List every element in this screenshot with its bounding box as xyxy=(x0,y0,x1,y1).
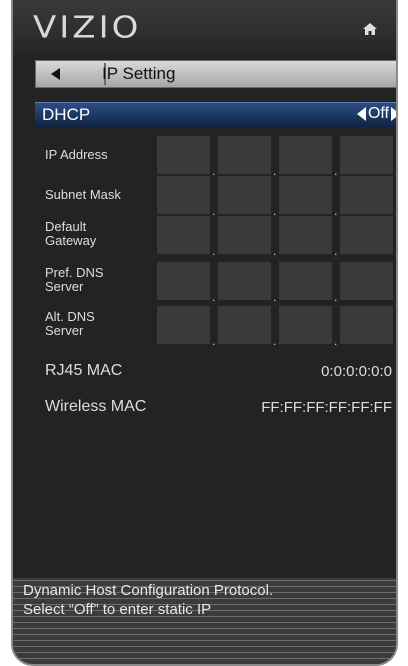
alt-dns-octet-4-field[interactable] xyxy=(340,306,393,344)
alt-dns-label: Alt. DNS Server xyxy=(45,310,95,338)
pref-dns-octet-2-field[interactable] xyxy=(218,262,271,300)
default-gateway-label-line1: Default xyxy=(45,219,87,234)
back-button[interactable] xyxy=(36,61,76,87)
pref-dns-octet-3-field[interactable] xyxy=(279,262,332,300)
wireless-mac-value: FF:FF:FF:FF:FF:FF xyxy=(261,399,392,416)
pref-dns-row: Pref. DNS Server . . . xyxy=(35,262,396,304)
left-arrow-icon[interactable] xyxy=(356,107,366,121)
gateway-octet-4-field[interactable] xyxy=(340,216,393,254)
dhcp-selector[interactable]: Off xyxy=(356,105,396,123)
alt-dns-octet-3-field[interactable] xyxy=(279,306,332,344)
back-arrow-icon xyxy=(51,68,60,80)
vizio-logo: VIZIO xyxy=(33,10,142,46)
ip-octet-1-field[interactable] xyxy=(157,136,210,174)
help-text-line2: Select “Off” to enter static IP xyxy=(23,601,212,618)
help-panel: Dynamic Host Configuration Protocol. Sel… xyxy=(13,578,396,664)
default-gateway-label-line2: Gateway xyxy=(45,233,97,248)
page-title: IP Setting xyxy=(102,64,176,83)
subnet-octet-2-field[interactable] xyxy=(218,176,271,214)
octet-separator: . xyxy=(273,334,277,348)
pref-dns-label: Pref. DNS Server xyxy=(45,266,104,294)
pref-dns-label-line2: Server xyxy=(45,279,84,294)
dhcp-setting-row[interactable]: DHCP Off xyxy=(35,102,396,127)
wireless-mac-row: Wireless MAC FF:FF:FF:FF:FF:FF xyxy=(35,396,396,420)
subnet-octet-3-field[interactable] xyxy=(279,176,332,214)
gateway-octet-1-field[interactable] xyxy=(157,216,210,254)
subnet-octet-4-field[interactable] xyxy=(340,176,393,214)
ip-address-label: IP Address xyxy=(45,147,108,162)
octet-separator: . xyxy=(273,244,277,258)
rj45-mac-label: RJ45 MAC xyxy=(45,362,123,379)
alt-dns-octet-2-field[interactable] xyxy=(218,306,271,344)
ip-octet-2-field[interactable] xyxy=(218,136,271,174)
pref-dns-label-line1: Pref. DNS xyxy=(45,265,104,280)
octet-separator: . xyxy=(334,244,338,258)
default-gateway-label: Default Gateway xyxy=(45,220,96,248)
octet-separator: . xyxy=(273,290,277,304)
subnet-mask-label: Subnet Mask xyxy=(45,187,121,202)
help-text: Dynamic Host Configuration Protocol. Sel… xyxy=(23,581,273,619)
subnet-mask-row: Subnet Mask . . . xyxy=(35,176,396,218)
ip-octet-4-field[interactable] xyxy=(340,136,393,174)
pref-dns-octet-4-field[interactable] xyxy=(340,262,393,300)
octet-separator: . xyxy=(334,290,338,304)
rj45-mac-row: RJ45 MAC 0:0:0:0:0:0 xyxy=(35,360,396,384)
gateway-octet-2-field[interactable] xyxy=(218,216,271,254)
dhcp-label: DHCP xyxy=(42,105,91,124)
octet-separator: . xyxy=(212,334,216,348)
pref-dns-octet-1-field[interactable] xyxy=(157,262,210,300)
dhcp-value: Off xyxy=(367,105,389,122)
subnet-octet-1-field[interactable] xyxy=(157,176,210,214)
alt-dns-row: Alt. DNS Server . . . xyxy=(35,306,396,348)
alt-dns-label-line1: Alt. DNS xyxy=(45,309,95,324)
home-icon[interactable] xyxy=(362,22,378,36)
tv-menu-panel: VIZIO IP Setting DHCP Off IP Address . .… xyxy=(11,0,398,666)
rj45-mac-value: 0:0:0:0:0:0 xyxy=(321,363,392,380)
alt-dns-octet-1-field[interactable] xyxy=(157,306,210,344)
title-bar: IP Setting xyxy=(35,60,396,88)
ip-address-row: IP Address . . . xyxy=(35,136,396,178)
octet-separator: . xyxy=(212,244,216,258)
octet-separator: . xyxy=(334,334,338,348)
ip-octet-3-field[interactable] xyxy=(279,136,332,174)
menu-header: VIZIO xyxy=(13,0,396,54)
help-text-line1: Dynamic Host Configuration Protocol. xyxy=(23,582,274,599)
wireless-mac-label: Wireless MAC xyxy=(45,398,147,415)
right-arrow-icon[interactable] xyxy=(391,107,396,121)
octet-separator: . xyxy=(212,290,216,304)
gateway-octet-3-field[interactable] xyxy=(279,216,332,254)
default-gateway-row: Default Gateway . . . xyxy=(35,216,396,258)
alt-dns-label-line2: Server xyxy=(45,323,84,338)
